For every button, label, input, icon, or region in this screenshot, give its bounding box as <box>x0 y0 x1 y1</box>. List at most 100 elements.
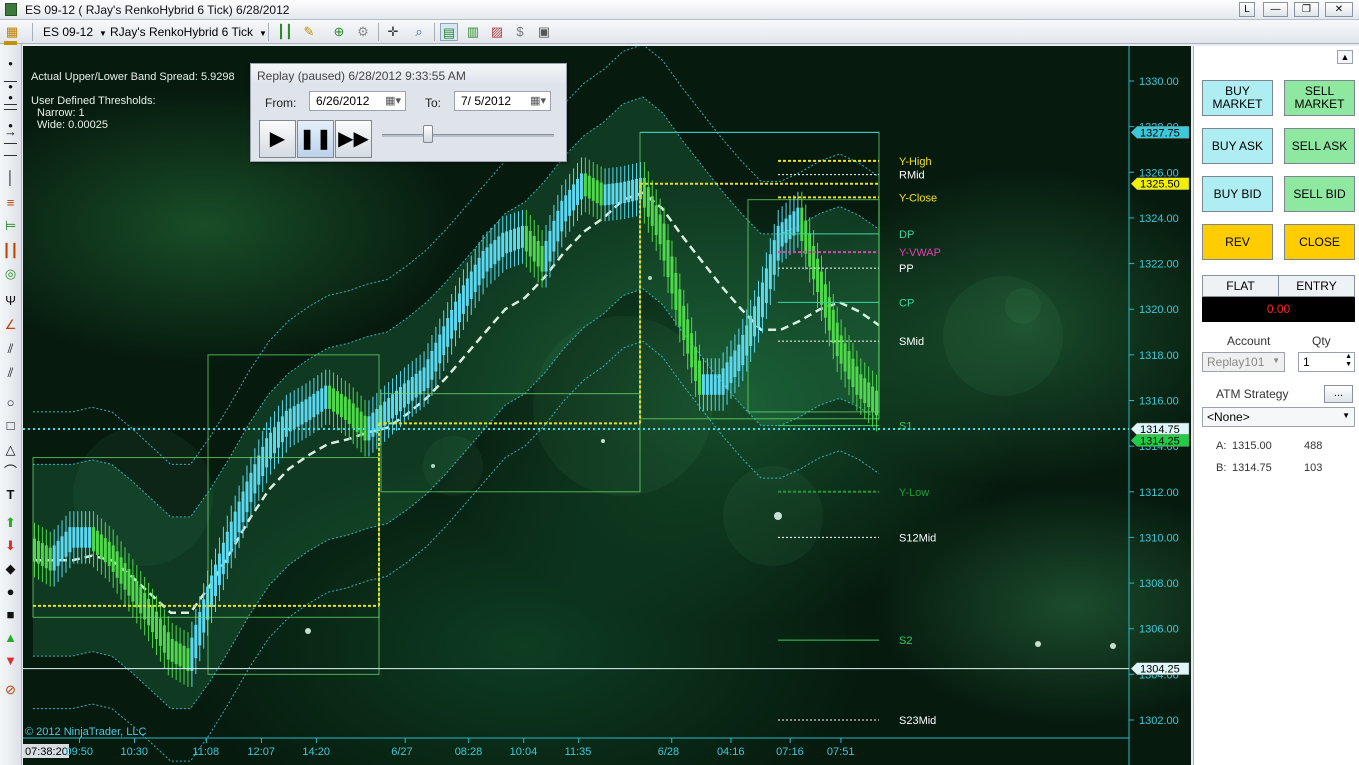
period-selector[interactable]: RJay's RenkoHybrid 6 Tick ▼ <box>110 24 267 40</box>
pause-button[interactable]: ❚❚ <box>297 120 334 158</box>
price-bar <box>320 388 324 412</box>
collapse-panel-button[interactable]: ▲ <box>1337 50 1353 64</box>
stepper-arrows-icon[interactable]: ▲ ▼ <box>1345 353 1352 369</box>
qty-stepper[interactable]: 1 ▲ ▼ <box>1298 352 1355 372</box>
price-bar <box>764 268 768 304</box>
price-bar <box>446 318 450 347</box>
replay-speed-slider[interactable] <box>422 125 433 143</box>
fib-time-icon[interactable]: ┃┃ <box>2 242 19 259</box>
arc-icon[interactable]: ⌒ <box>2 463 19 480</box>
price-marker-label: 1327.75 <box>1140 127 1180 139</box>
price-bar <box>587 175 591 199</box>
price-bar <box>465 278 469 306</box>
atm-settings-button[interactable]: ... <box>1324 385 1353 403</box>
chart-trader-icon[interactable]: ▤ <box>440 23 458 41</box>
fib-retracement-icon[interactable]: ≡ <box>2 194 19 211</box>
arrow-up-icon[interactable]: ⬆ <box>2 514 19 531</box>
account-label: Account <box>1227 334 1271 348</box>
replay-dialog[interactable]: Replay (paused) 6/28/2012 9:33:55 AM Fro… <box>250 63 567 162</box>
sell-market-button[interactable]: SELL MARKET <box>1284 80 1355 116</box>
price-bar <box>635 178 639 201</box>
fib-circle-icon[interactable]: ◎ <box>2 265 19 282</box>
properties-icon[interactable]: ▨ <box>488 23 506 41</box>
bar-type-icon[interactable]: ┃┃ <box>276 23 294 41</box>
price-bar <box>107 541 111 566</box>
minimize-button[interactable]: — <box>1263 2 1288 17</box>
buy-bid-button[interactable]: BUY BID <box>1202 176 1273 212</box>
trend-channel-icon[interactable]: ⫽ <box>2 364 19 381</box>
pivot-level-label: S1 <box>899 421 912 433</box>
strategy-icon[interactable]: ⚙ <box>354 23 372 41</box>
price-bar <box>127 569 131 596</box>
link-button[interactable]: L <box>1239 2 1255 17</box>
calendar-icon[interactable]: ▦▾ <box>385 94 401 107</box>
fast-forward-icon: ▶▶ <box>338 128 369 150</box>
atm-strategy-select[interactable]: <None> ▼ <box>1202 407 1355 427</box>
play-button[interactable]: ▶ <box>259 120 296 158</box>
ask-price: 1315.00 <box>1232 440 1272 452</box>
vertical-line-icon[interactable]: │ <box>2 169 19 186</box>
bid-price: 1314.75 <box>1232 462 1272 474</box>
zoom-icon[interactable]: ⌕ <box>410 23 428 41</box>
price-bar <box>599 182 603 206</box>
sell-bid-button[interactable]: SELL BID <box>1284 176 1355 212</box>
reverse-button[interactable]: REV <box>1202 224 1273 260</box>
extended-line-icon[interactable]: —•— <box>2 100 19 150</box>
arrow-line-icon[interactable]: → <box>2 123 19 140</box>
price-bar <box>757 296 761 327</box>
line-icon[interactable]: •—• <box>2 55 19 105</box>
square-icon[interactable]: ■ <box>2 606 19 623</box>
account-select[interactable]: Replay101 ▼ <box>1202 352 1285 372</box>
restore-button[interactable]: ❐ <box>1294 2 1319 17</box>
pivot-level-label: S2 <box>899 635 912 647</box>
gann-fan-icon[interactable]: ∠ <box>2 316 19 333</box>
text-icon[interactable]: T <box>2 486 19 503</box>
diamond-icon[interactable]: ◆ <box>2 560 19 577</box>
triangle-down-icon[interactable]: ▼ <box>2 652 19 669</box>
to-date-field[interactable]: 7/ 5/2012 ▦▾ <box>454 91 551 111</box>
close-position-button[interactable]: CLOSE <box>1284 224 1355 260</box>
instrument-selector[interactable]: ES 09-12 ▼ <box>43 24 107 40</box>
fib-extension-icon[interactable]: ⊨ <box>2 217 19 234</box>
price-bar <box>237 501 241 533</box>
price-chart[interactable]: 1330.001328.001326.001324.001322.001320.… <box>23 46 1191 765</box>
arrow-down-icon[interactable]: ⬇ <box>2 537 19 554</box>
price-bar <box>520 225 524 248</box>
calendar-icon[interactable]: ▦▾ <box>530 94 546 107</box>
replay-speed-track[interactable] <box>382 134 554 137</box>
nebula-glow <box>723 466 823 566</box>
buy-market-button[interactable]: BUY MARKET <box>1202 80 1273 116</box>
script-icon[interactable]: $ <box>511 23 529 41</box>
fast-forward-button[interactable]: ▶▶ <box>335 120 372 158</box>
price-bar <box>556 210 560 242</box>
ruler-icon[interactable]: ▬ <box>2 32 19 49</box>
buy-ask-button[interactable]: BUY ASK <box>1202 128 1273 164</box>
rectangle-icon[interactable]: □ <box>2 417 19 434</box>
pencil-icon[interactable]: ✎ <box>300 23 318 41</box>
price-bar <box>823 284 827 318</box>
pivot-level-label: DP <box>899 229 914 241</box>
price-bar <box>210 575 214 608</box>
data-box-icon[interactable]: ▥ <box>464 23 482 41</box>
price-bar <box>812 245 816 280</box>
pivot-level-label: Y-Low <box>899 487 929 499</box>
price-bar <box>273 427 277 454</box>
price-bar <box>68 527 72 553</box>
horizontal-line-icon[interactable]: — <box>2 146 19 163</box>
add-indicator-icon[interactable]: ⊕ <box>330 23 348 41</box>
regression-channel-icon[interactable]: ⫽ <box>2 340 19 357</box>
crosshair-icon[interactable]: ✛ <box>384 23 402 41</box>
close-window-button[interactable]: ✕ <box>1325 2 1353 17</box>
from-date-field[interactable]: 6/26/2012 ▦▾ <box>309 91 406 111</box>
triangle-up-icon[interactable]: ▲ <box>2 629 19 646</box>
template-icon[interactable]: ▣ <box>535 23 553 41</box>
price-bar <box>548 230 552 262</box>
remove-drawings-icon[interactable]: ⊘ <box>2 681 19 698</box>
triangle-icon[interactable]: △ <box>2 441 19 458</box>
dot-icon[interactable]: ● <box>2 583 19 600</box>
sell-ask-button[interactable]: SELL ASK <box>1284 128 1355 164</box>
ray-icon[interactable]: •— <box>2 78 19 111</box>
andrews-pitchfork-icon[interactable]: Ψ <box>2 292 19 309</box>
price-bar <box>103 538 107 563</box>
ellipse-icon[interactable]: ○ <box>2 394 19 411</box>
